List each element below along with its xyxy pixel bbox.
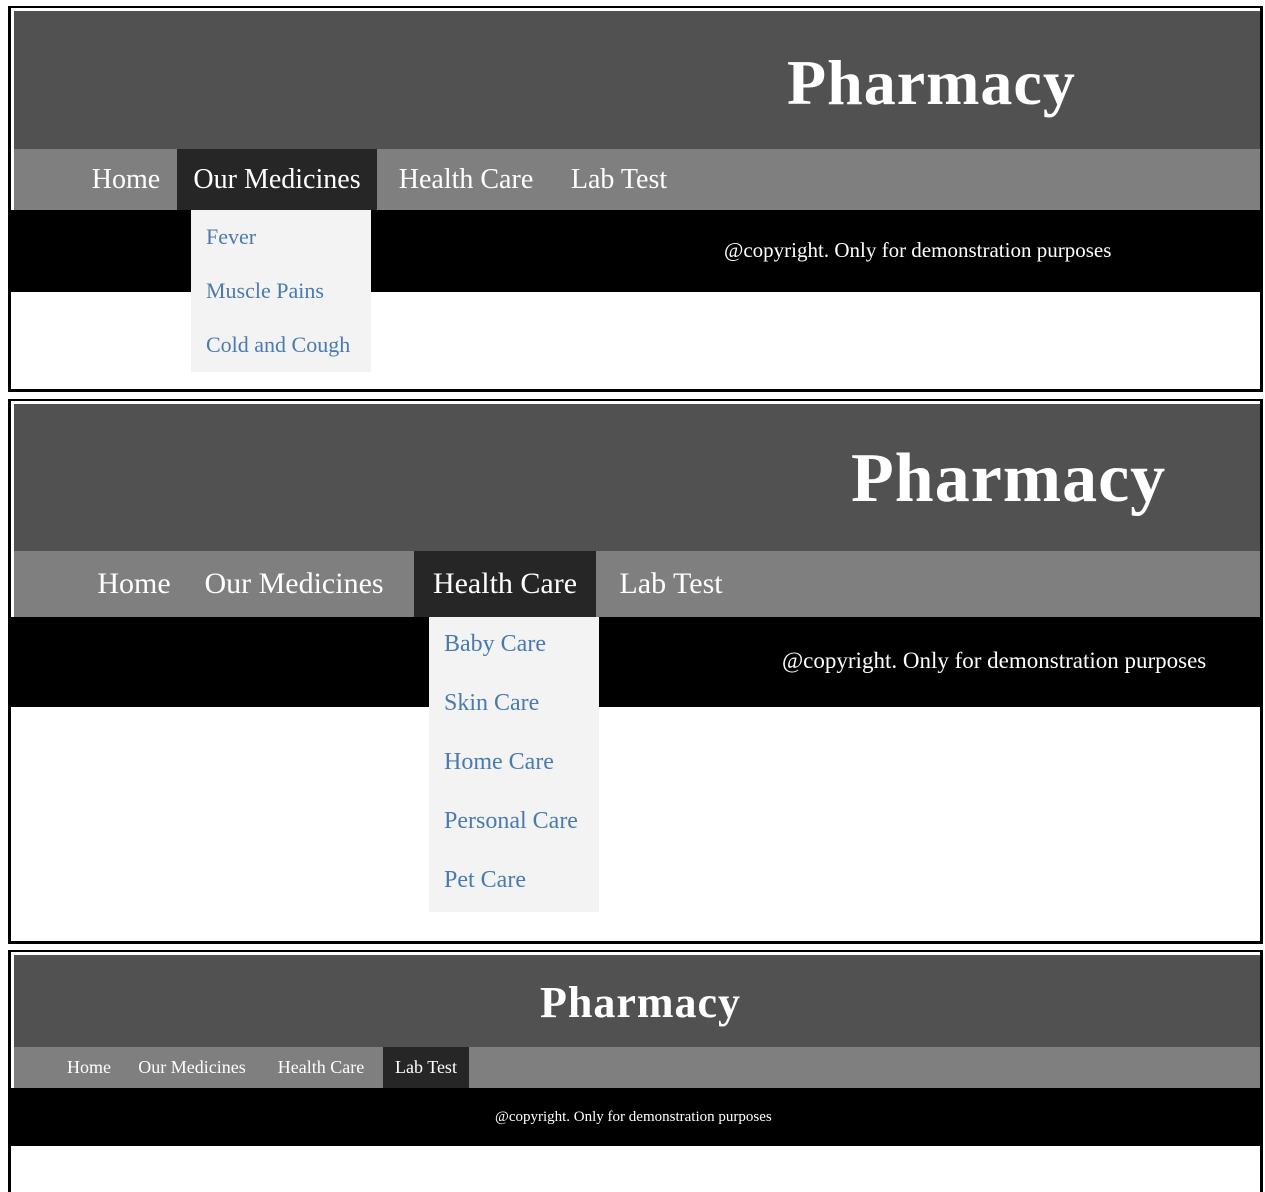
screenshot-health-care-open: Pharmacy Home Our Medicines Health Care … [8,399,1263,944]
dropdown-item-personal-care[interactable]: Personal Care [444,808,578,835]
dropdown-item-home-care[interactable]: Home Care [444,749,554,776]
site-header: Pharmacy [14,955,1260,1050]
dropdown-item-fever[interactable]: Fever [206,224,256,250]
nav-lab-test[interactable]: Lab Test [559,149,679,210]
copyright-text: @copyright. Only for demonstration purpo… [495,1109,772,1125]
site-footer: @copyright. Only for demonstration purpo… [11,1088,1260,1146]
nav-lab-test[interactable]: Lab Test [606,551,736,617]
nav-our-medicines[interactable]: Our Medicines [127,1047,257,1088]
copyright-text: @copyright. Only for demonstration purpo… [782,648,1207,673]
dropdown-item-pet-care[interactable]: Pet Care [444,867,526,894]
health-care-dropdown: Baby Care Skin Care Home Care Personal C… [429,617,599,912]
nav-our-medicines[interactable]: Our Medicines [194,551,394,617]
screenshot-lab-test-active: Pharmacy Home Our Medicines Health Care … [8,950,1263,1192]
nav-our-medicines[interactable]: Our Medicines [177,149,377,210]
site-title: Pharmacy [540,978,742,1027]
dropdown-item-cold-and-cough[interactable]: Cold and Cough [206,332,350,358]
dropdown-item-skin-care[interactable]: Skin Care [444,690,539,717]
site-header: Pharmacy [14,11,1260,152]
dropdown-item-baby-care[interactable]: Baby Care [444,631,546,658]
nav-health-care[interactable]: Health Care [266,1047,376,1088]
screenshot-medicines-open: Pharmacy Home Our Medicines Health Care … [8,6,1263,392]
nav-health-care[interactable]: Health Care [386,149,546,210]
nav-home[interactable]: Home [79,551,189,617]
site-header: Pharmacy [14,404,1260,551]
site-title: Pharmacy [851,440,1167,517]
nav-health-care[interactable]: Health Care [414,551,596,617]
nav-home[interactable]: Home [54,1047,124,1088]
nav-lab-test[interactable]: Lab Test [383,1047,469,1088]
main-nav: Home Our Medicines Health Care Lab Test [14,1047,1260,1088]
site-footer: @copyright. Only for demonstration purpo… [11,617,1260,707]
medicines-dropdown: Fever Muscle Pains Cold and Cough [191,210,371,372]
main-nav: Home Our Medicines Health Care Lab Test [14,149,1260,210]
dropdown-item-muscle-pains[interactable]: Muscle Pains [206,278,324,304]
nav-home[interactable]: Home [75,149,177,210]
site-title: Pharmacy [787,47,1076,118]
copyright-text: @copyright. Only for demonstration purpo… [724,238,1112,262]
main-nav: Home Our Medicines Health Care Lab Test [14,551,1260,617]
